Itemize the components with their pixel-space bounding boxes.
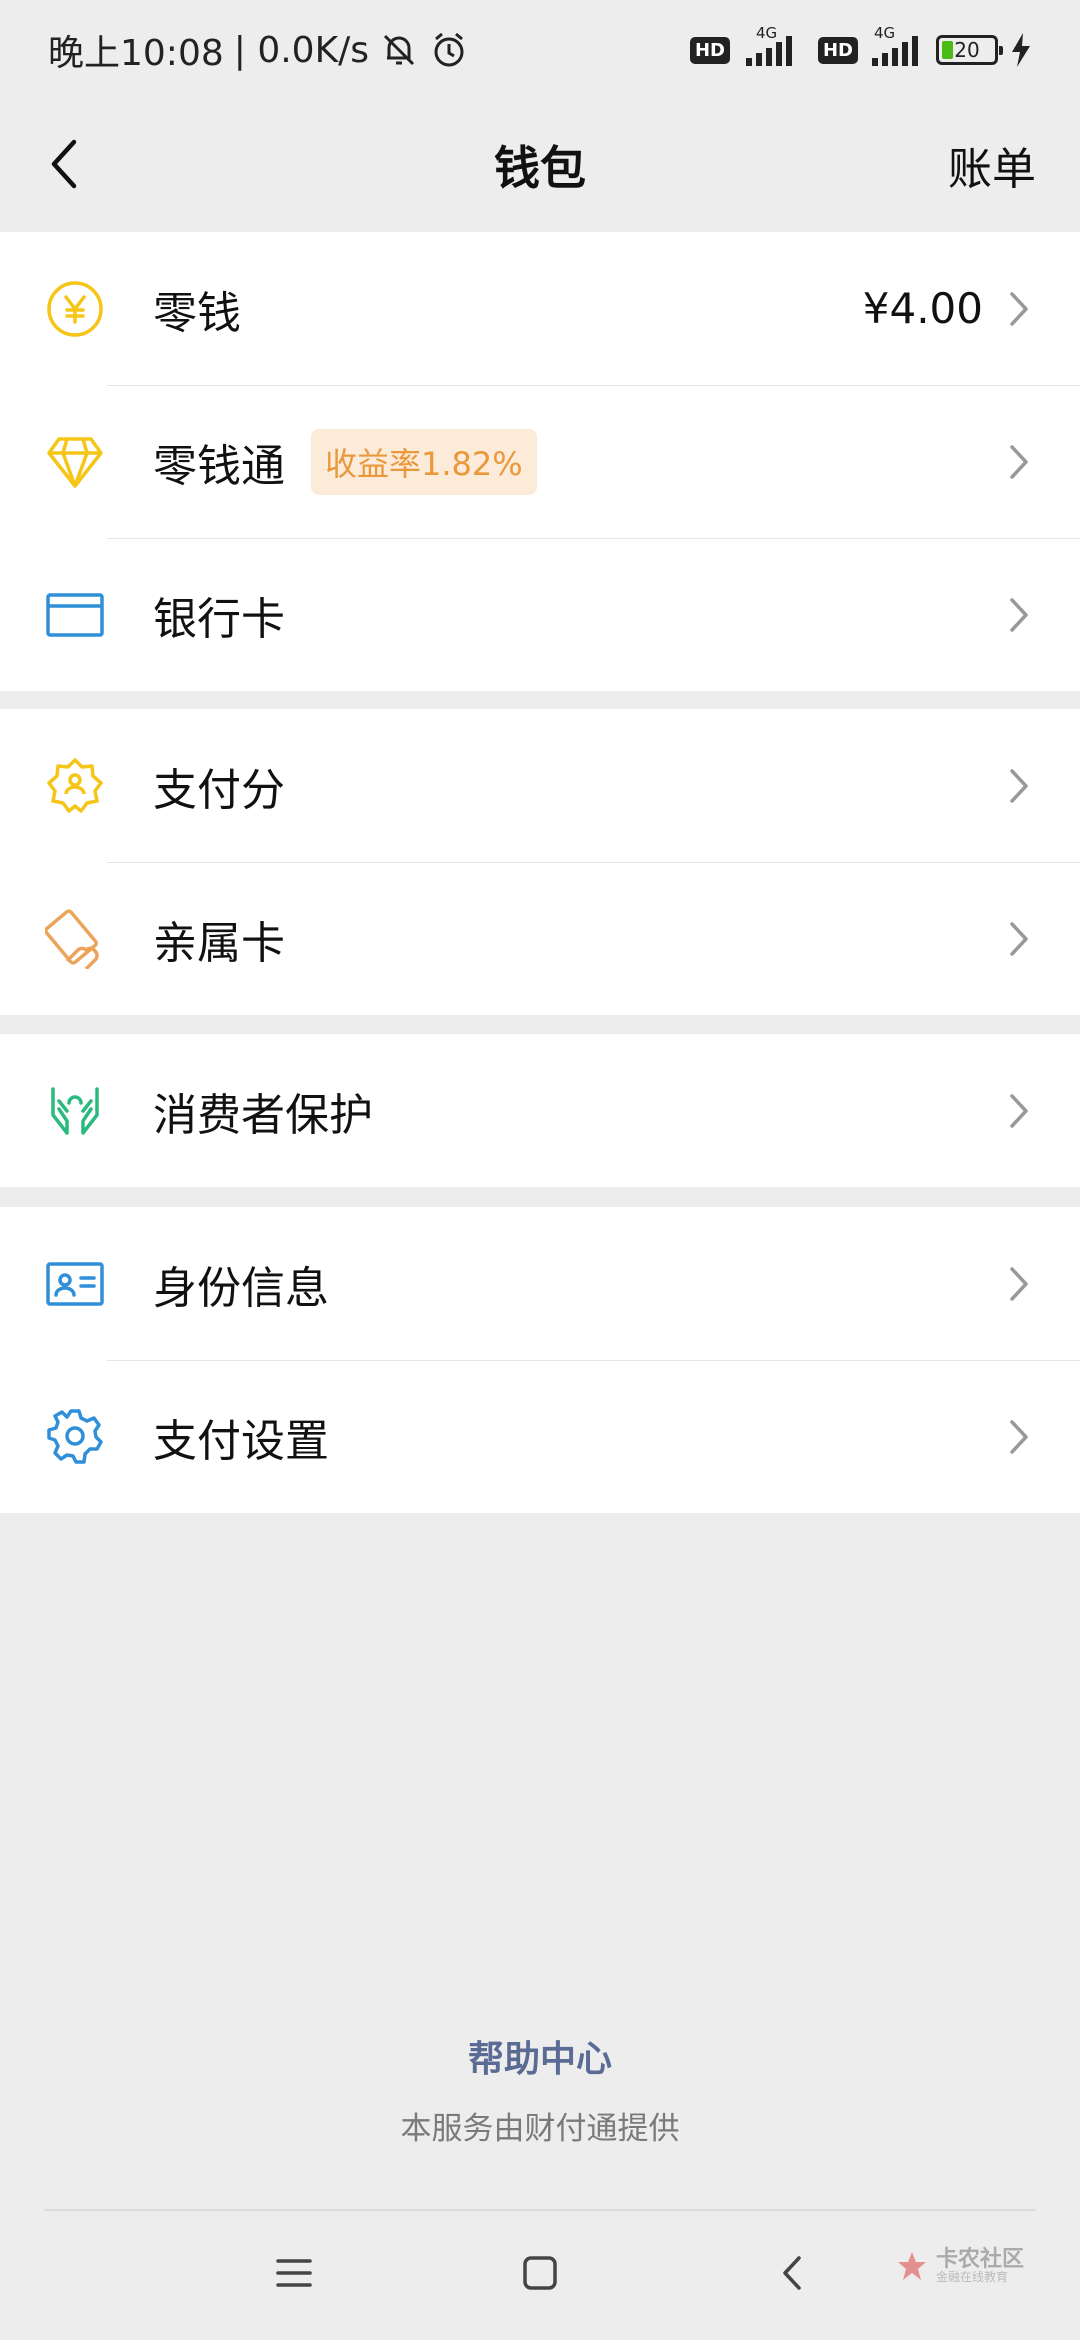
battery-level: 20 bbox=[954, 38, 980, 62]
chevron-right-icon bbox=[1004, 1091, 1034, 1131]
row-consumer-protection[interactable]: 消费者保护 bbox=[0, 1034, 1080, 1187]
chevron-right-icon bbox=[1004, 919, 1034, 959]
row-label-identity-info: 身份信息 bbox=[153, 1262, 329, 1314]
wallet-group-4: 身份信息 支付设置 bbox=[0, 1207, 1080, 1513]
home-button[interactable] bbox=[510, 2243, 570, 2303]
status-speed: | 0.0K/s bbox=[233, 29, 370, 71]
watermark-logo-icon bbox=[897, 2252, 926, 2280]
back-triangle-icon bbox=[783, 2256, 801, 2290]
row-change[interactable]: 零钱 ¥4.00 bbox=[0, 232, 1080, 385]
service-provider-note: 本服务由财付通提供 bbox=[400, 2111, 680, 2147]
page-title: 钱包 bbox=[494, 141, 586, 195]
signal-icon-2: 4G bbox=[870, 24, 924, 68]
family-card-icon bbox=[45, 908, 105, 969]
yield-rate-badge: 收益率1.82% bbox=[311, 428, 537, 495]
chevron-right-icon bbox=[1004, 595, 1034, 635]
network-type-1: 4G bbox=[755, 24, 778, 42]
chevron-right-icon bbox=[1004, 1264, 1034, 1304]
menu-button[interactable] bbox=[264, 2243, 324, 2303]
bill-button[interactable]: 账单 bbox=[948, 133, 1036, 197]
hd-badge-2: HD bbox=[817, 36, 858, 64]
chevron-right-icon bbox=[1004, 442, 1034, 482]
row-label-change-pass: 零钱通 bbox=[153, 440, 285, 492]
network-type-2: 4G bbox=[874, 24, 896, 42]
balance-value: ¥4.00 bbox=[862, 284, 983, 333]
hd-badge-1: HD bbox=[689, 36, 730, 64]
wallet-group-2: 支付分 亲属卡 bbox=[0, 709, 1080, 1015]
help-center-link[interactable]: 帮助中心 bbox=[0, 2030, 1080, 2082]
row-label-bank-card: 银行卡 bbox=[153, 593, 285, 645]
yuan-coin-icon bbox=[45, 279, 105, 339]
watermark-subtitle: 金融在线教育 bbox=[935, 2270, 1008, 2285]
alarm-clock-icon bbox=[429, 30, 469, 70]
status-bar: 晚上10:08 | 0.0K/s HD 4G HD 4G 20 bbox=[0, 0, 1080, 100]
bank-card-icon bbox=[45, 585, 105, 645]
row-pay-score[interactable]: 支付分 bbox=[0, 709, 1080, 862]
back-button[interactable] bbox=[34, 134, 94, 194]
pay-score-icon bbox=[45, 756, 105, 816]
row-bank-card[interactable]: 银行卡 bbox=[0, 538, 1080, 691]
row-identity-info[interactable]: 身份信息 bbox=[0, 1207, 1080, 1360]
row-label-change: 零钱 bbox=[153, 287, 241, 339]
watermark-title: 卡农社区 bbox=[935, 2247, 1024, 2273]
row-label-consumer-protection: 消费者保护 bbox=[153, 1089, 373, 1141]
charging-bolt-icon bbox=[1010, 33, 1032, 67]
protection-hands-icon bbox=[45, 1081, 105, 1141]
mute-bell-icon bbox=[379, 30, 419, 70]
row-change-pass[interactable]: 零钱通 收益率1.82% bbox=[0, 385, 1080, 538]
system-back-button[interactable] bbox=[762, 2243, 822, 2303]
row-label-family-card: 亲属卡 bbox=[153, 917, 285, 969]
menu-icon bbox=[276, 2259, 312, 2287]
row-pay-settings[interactable]: 支付设置 bbox=[0, 1360, 1080, 1513]
help-center-label: 帮助中心 bbox=[467, 2039, 612, 2080]
navigation-bar: 钱包 账单 bbox=[0, 100, 1080, 230]
back-arrow-icon bbox=[51, 139, 77, 189]
watermark: 卡农社区 金融在线教育 bbox=[894, 2248, 1024, 2284]
gear-icon bbox=[45, 1407, 105, 1467]
signal-icon-1: 4G bbox=[742, 24, 806, 68]
row-label-pay-score: 支付分 bbox=[153, 764, 285, 816]
home-square-icon bbox=[523, 2256, 557, 2290]
row-family-card[interactable]: 亲属卡 bbox=[0, 862, 1080, 1015]
chevron-right-icon bbox=[1004, 1417, 1034, 1457]
id-card-icon bbox=[45, 1254, 105, 1314]
row-label-pay-settings: 支付设置 bbox=[153, 1415, 329, 1467]
wallet-group-1: 零钱 ¥4.00 零钱通 收益率1.82% 银行卡 bbox=[0, 232, 1080, 691]
battery-icon: 20 bbox=[936, 35, 1003, 65]
status-time: 晚上10:08 bbox=[48, 33, 224, 74]
diamond-icon bbox=[45, 432, 105, 492]
chevron-right-icon bbox=[1004, 289, 1034, 329]
wallet-group-3: 消费者保护 bbox=[0, 1034, 1080, 1187]
chevron-right-icon bbox=[1004, 766, 1034, 806]
